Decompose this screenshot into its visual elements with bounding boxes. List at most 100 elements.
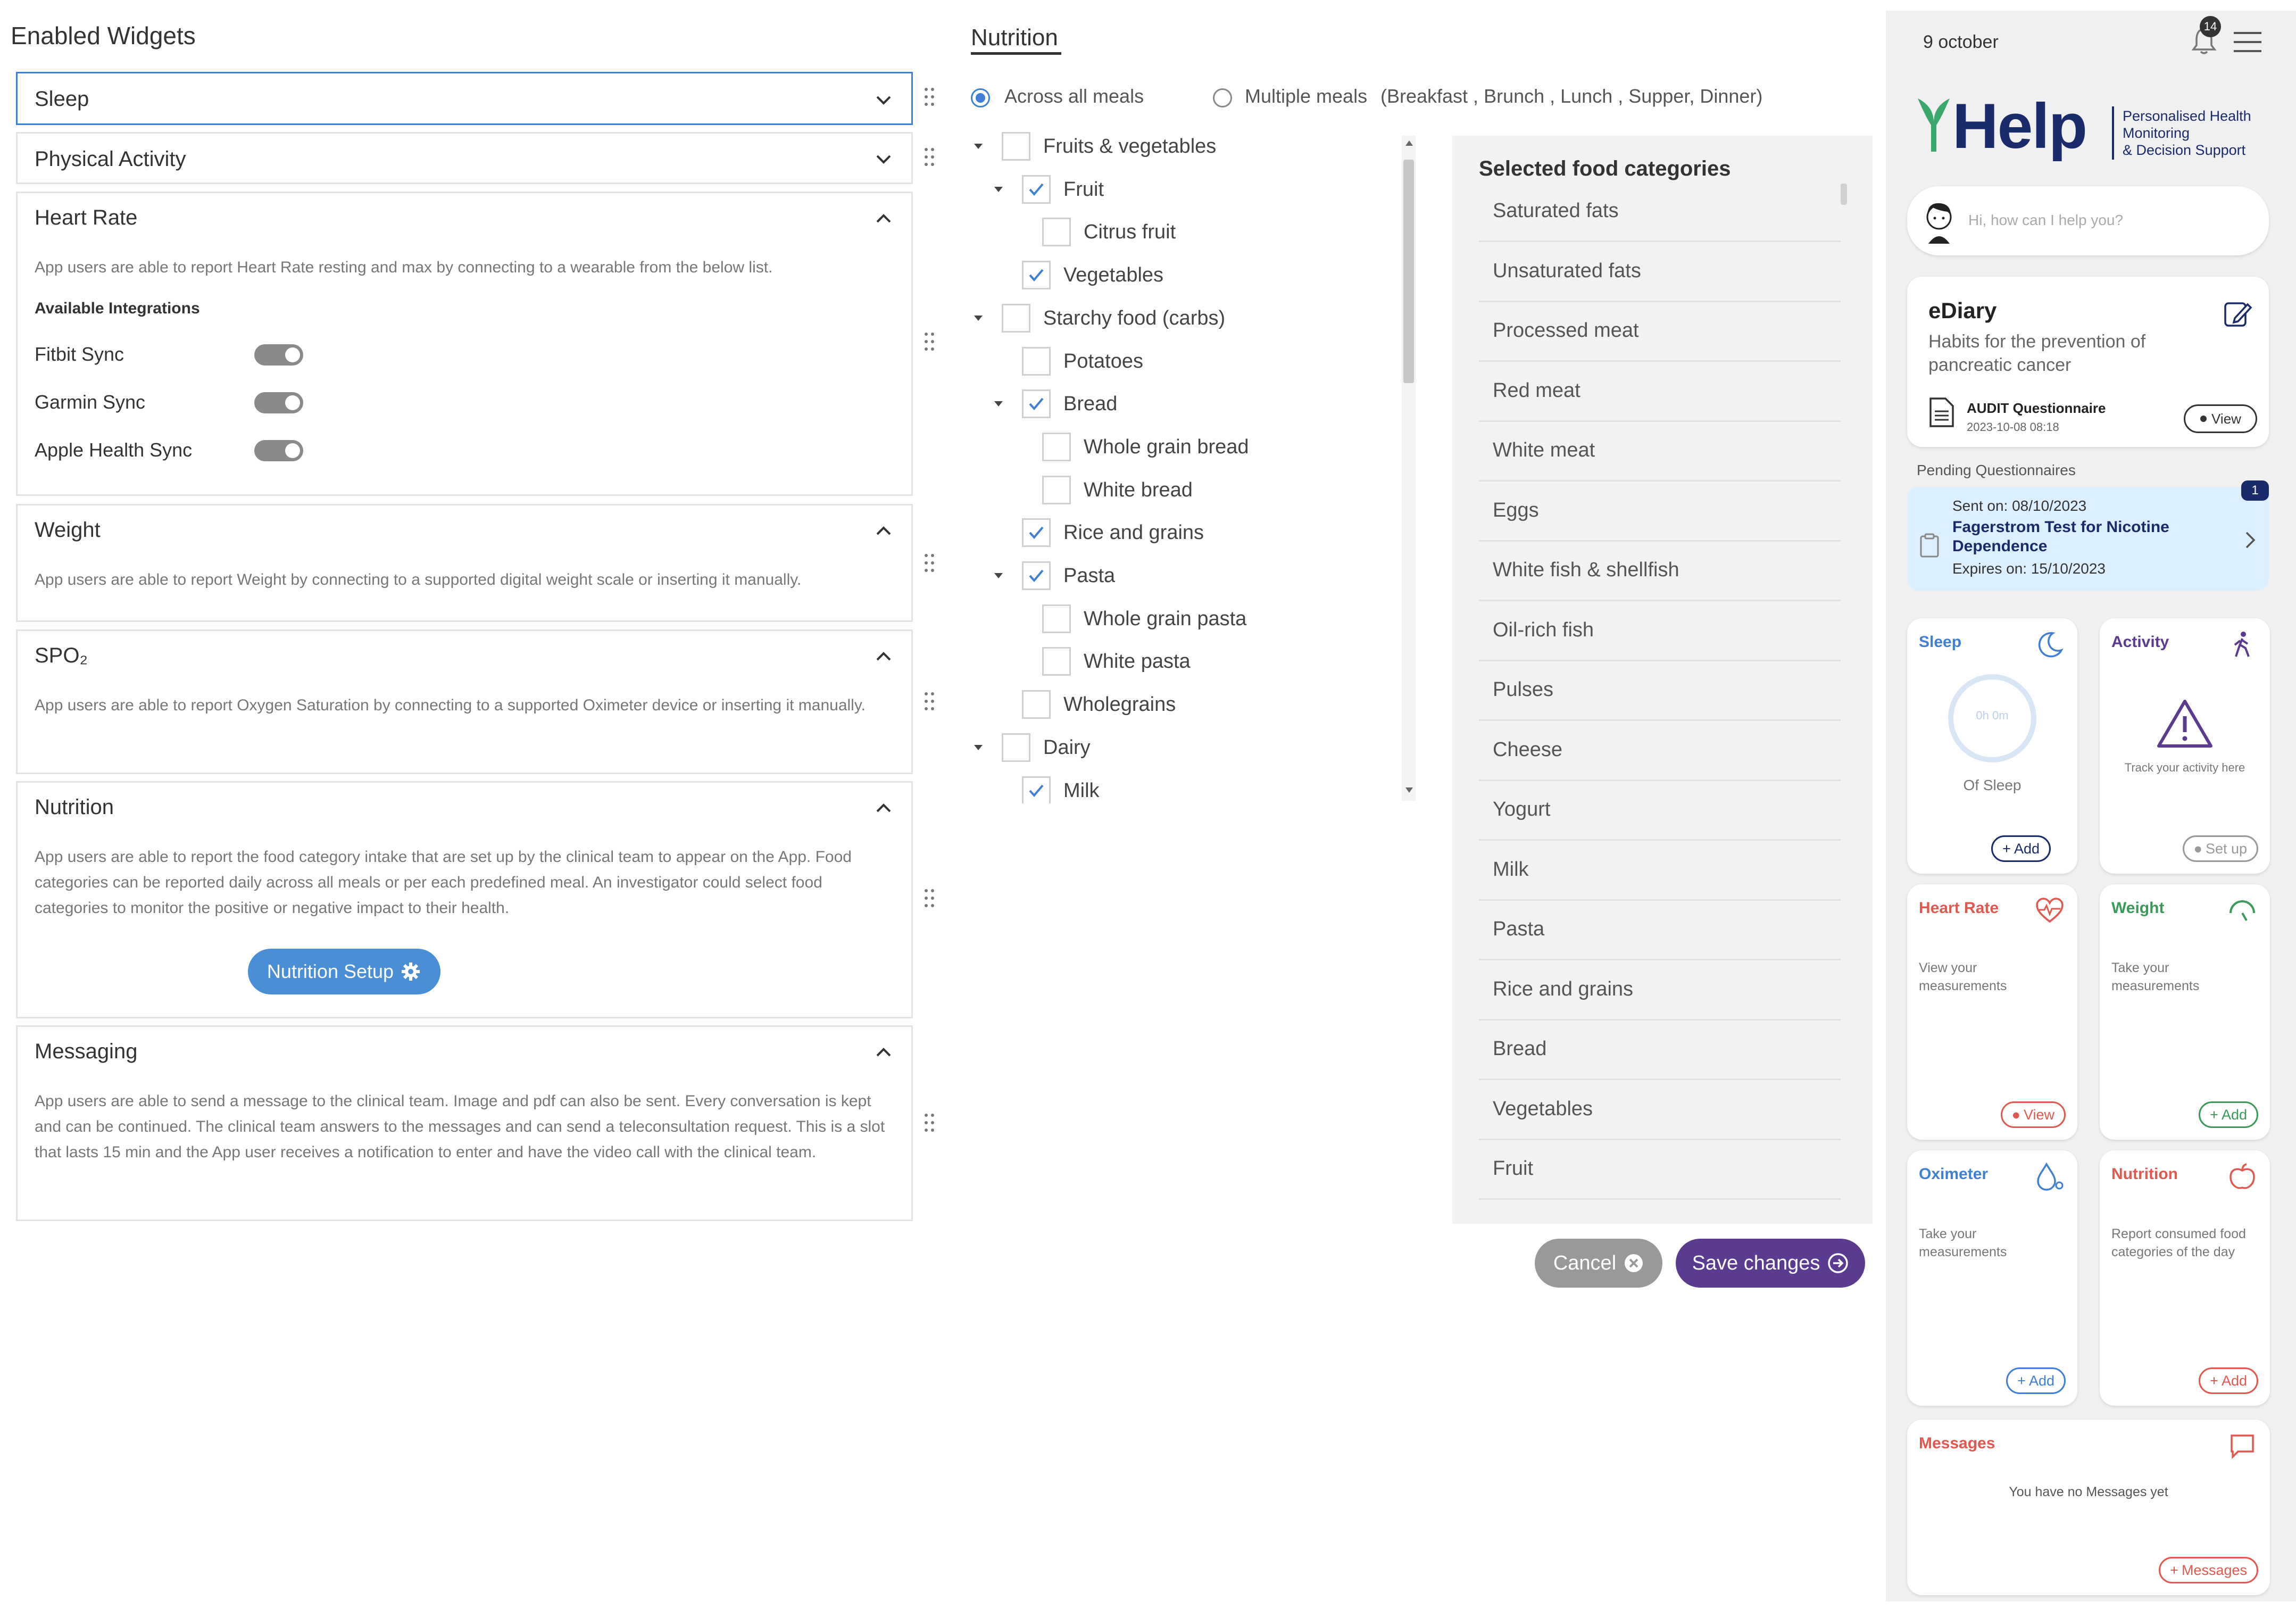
caret-down-icon[interactable] xyxy=(991,396,1006,411)
tree-checkbox[interactable] xyxy=(1022,518,1051,547)
drag-handle-icon[interactable] xyxy=(923,888,936,909)
tree-row[interactable]: Bread xyxy=(991,388,1117,420)
tree-row[interactable]: Milk xyxy=(991,775,1100,803)
selected-category-item[interactable]: Yogurt xyxy=(1479,781,1841,841)
save-changes-button[interactable]: Save changes xyxy=(1676,1239,1865,1288)
caret-down-icon[interactable] xyxy=(971,740,986,755)
selected-category-item[interactable]: Vegetables xyxy=(1479,1081,1841,1140)
drag-handle-icon[interactable] xyxy=(923,331,936,352)
tree-checkbox[interactable] xyxy=(1022,389,1051,418)
sleep-add-button[interactable]: + Add xyxy=(1991,835,2051,862)
messages-button[interactable]: + Messages xyxy=(2159,1557,2258,1583)
widget-oximeter[interactable]: Oximeter Take your measurements + Add xyxy=(1907,1150,2077,1406)
widget-sleep[interactable]: Sleep 0h 0m Of Sleep + Add xyxy=(1907,618,2077,874)
tree-row[interactable]: Wholegrains xyxy=(991,689,1176,720)
accordion-physical-activity[interactable]: Physical Activity xyxy=(16,132,913,184)
apple-health-sync-toggle[interactable] xyxy=(254,440,303,461)
selected-category-item[interactable]: Oil-rich fish xyxy=(1479,602,1841,661)
caret-down-icon[interactable] xyxy=(991,568,1006,583)
caret-down-icon[interactable] xyxy=(971,311,986,326)
selected-category-item[interactable]: Unsaturated fats xyxy=(1479,243,1841,302)
tree-row[interactable]: Starchy food (carbs) xyxy=(971,302,1225,334)
tree-checkbox[interactable] xyxy=(1002,304,1030,333)
scroll-down-icon[interactable] xyxy=(1404,786,1414,794)
tree-checkbox[interactable] xyxy=(1042,433,1071,461)
tree-checkbox[interactable] xyxy=(1022,690,1051,719)
selected-category-item[interactable]: Pasta xyxy=(1479,901,1841,960)
tree-row[interactable]: White bread xyxy=(1011,474,1193,506)
selected-category-item[interactable]: Red meat xyxy=(1479,362,1841,422)
activity-setup-button[interactable]: ● Set up xyxy=(2182,835,2258,862)
nutrition-setup-button[interactable]: Nutrition Setup xyxy=(248,949,440,994)
accordion-sleep[interactable]: Sleep xyxy=(16,72,913,125)
selected-category-item[interactable]: Fruit xyxy=(1479,1140,1841,1200)
tree-row[interactable]: Whole grain bread xyxy=(1011,431,1249,463)
selected-category-item[interactable]: Eggs xyxy=(1479,482,1841,542)
chevron-down-icon[interactable] xyxy=(873,148,894,170)
selected-category-item[interactable]: Bread xyxy=(1479,1021,1841,1080)
widget-heart-rate[interactable]: Heart Rate View your measurements ● View xyxy=(1907,884,2077,1140)
radio-across-all-meals[interactable] xyxy=(971,88,990,107)
chevron-up-icon[interactable] xyxy=(873,646,894,667)
tree-checkbox[interactable] xyxy=(1042,604,1071,633)
caret-down-icon[interactable] xyxy=(971,139,986,154)
widget-nutrition[interactable]: Nutrition Report consumed food categorie… xyxy=(2100,1150,2270,1406)
widget-activity[interactable]: Activity Track your activity here ● Set u… xyxy=(2100,618,2270,874)
selected-category-item[interactable]: White meat xyxy=(1479,422,1841,482)
drag-handle-icon[interactable] xyxy=(923,691,936,712)
selected-category-item[interactable]: Pulses xyxy=(1479,661,1841,721)
tree-checkbox[interactable] xyxy=(1042,647,1071,676)
tree-row[interactable]: Potatoes xyxy=(991,345,1143,377)
tree-row[interactable]: Rice and grains xyxy=(991,517,1204,549)
heart-rate-view-button[interactable]: ● View xyxy=(2000,1101,2066,1128)
chevron-up-icon[interactable] xyxy=(873,1042,894,1063)
tree-row[interactable]: Pasta xyxy=(991,560,1115,592)
tree-row[interactable]: White pasta xyxy=(1011,645,1191,677)
tree-row[interactable]: Dairy xyxy=(971,732,1091,764)
menu-icon[interactable] xyxy=(2232,29,2264,55)
scroll-up-icon[interactable] xyxy=(1404,139,1414,147)
drag-handle-icon[interactable] xyxy=(923,1112,936,1133)
chevron-down-icon[interactable] xyxy=(873,89,894,111)
drag-handle-icon[interactable] xyxy=(923,86,936,107)
pending-questionnaire-card[interactable]: 1 Sent on: 08/10/2023 Fagerstrom Test fo… xyxy=(1907,480,2269,591)
drag-handle-icon[interactable] xyxy=(923,552,936,574)
chevron-up-icon[interactable] xyxy=(873,520,894,542)
selected-category-item[interactable]: Rice and grains xyxy=(1479,961,1841,1021)
tree-checkbox[interactable] xyxy=(1042,476,1071,504)
garmin-sync-toggle[interactable] xyxy=(254,392,303,413)
tree-checkbox[interactable] xyxy=(1022,261,1051,289)
tree-checkbox[interactable] xyxy=(1002,132,1030,161)
chevron-up-icon[interactable] xyxy=(873,798,894,819)
oximeter-add-button[interactable]: + Add xyxy=(2006,1367,2066,1394)
tree-checkbox[interactable] xyxy=(1022,776,1051,803)
tree-checkbox[interactable] xyxy=(1022,175,1051,204)
selected-category-item[interactable]: Cheese xyxy=(1479,721,1841,781)
chat-assistant-input[interactable]: Hi, how can I help you? xyxy=(1907,186,2269,255)
nutrition-add-button[interactable]: + Add xyxy=(2199,1367,2258,1394)
tree-scrollbar-thumb[interactable] xyxy=(1403,160,1414,383)
tree-checkbox[interactable] xyxy=(1022,347,1051,376)
chevron-up-icon[interactable] xyxy=(873,208,894,229)
tree-row[interactable]: Fruits & vegetables xyxy=(971,130,1216,162)
tree-checkbox[interactable] xyxy=(1022,561,1051,590)
widget-messages[interactable]: Messages You have no Messages yet + Messa… xyxy=(1907,1420,2270,1595)
selected-category-item[interactable]: Saturated fats xyxy=(1479,183,1841,242)
selected-scrollbar[interactable] xyxy=(1841,184,1847,205)
ediary-view-button[interactable]: View xyxy=(2184,404,2257,433)
cancel-button[interactable]: Cancel xyxy=(1535,1239,1662,1288)
selected-category-item[interactable]: Processed meat xyxy=(1479,302,1841,362)
radio-multiple-meals[interactable] xyxy=(1213,88,1232,107)
tree-row[interactable]: Citrus fruit xyxy=(1011,216,1176,248)
fitbit-sync-toggle[interactable] xyxy=(254,344,303,366)
drag-handle-icon[interactable] xyxy=(923,146,936,168)
widget-weight[interactable]: Weight Take your measurements + Add xyxy=(2100,884,2270,1140)
chevron-right-icon[interactable] xyxy=(2242,529,2258,551)
selected-category-item[interactable]: Milk xyxy=(1479,841,1841,901)
tree-row[interactable]: Whole grain pasta xyxy=(1011,603,1246,635)
weight-add-button[interactable]: + Add xyxy=(2199,1101,2258,1128)
tree-checkbox[interactable] xyxy=(1002,733,1030,762)
tree-checkbox[interactable] xyxy=(1042,218,1071,246)
caret-down-icon[interactable] xyxy=(991,182,1006,197)
tree-row[interactable]: Vegetables xyxy=(991,259,1163,291)
